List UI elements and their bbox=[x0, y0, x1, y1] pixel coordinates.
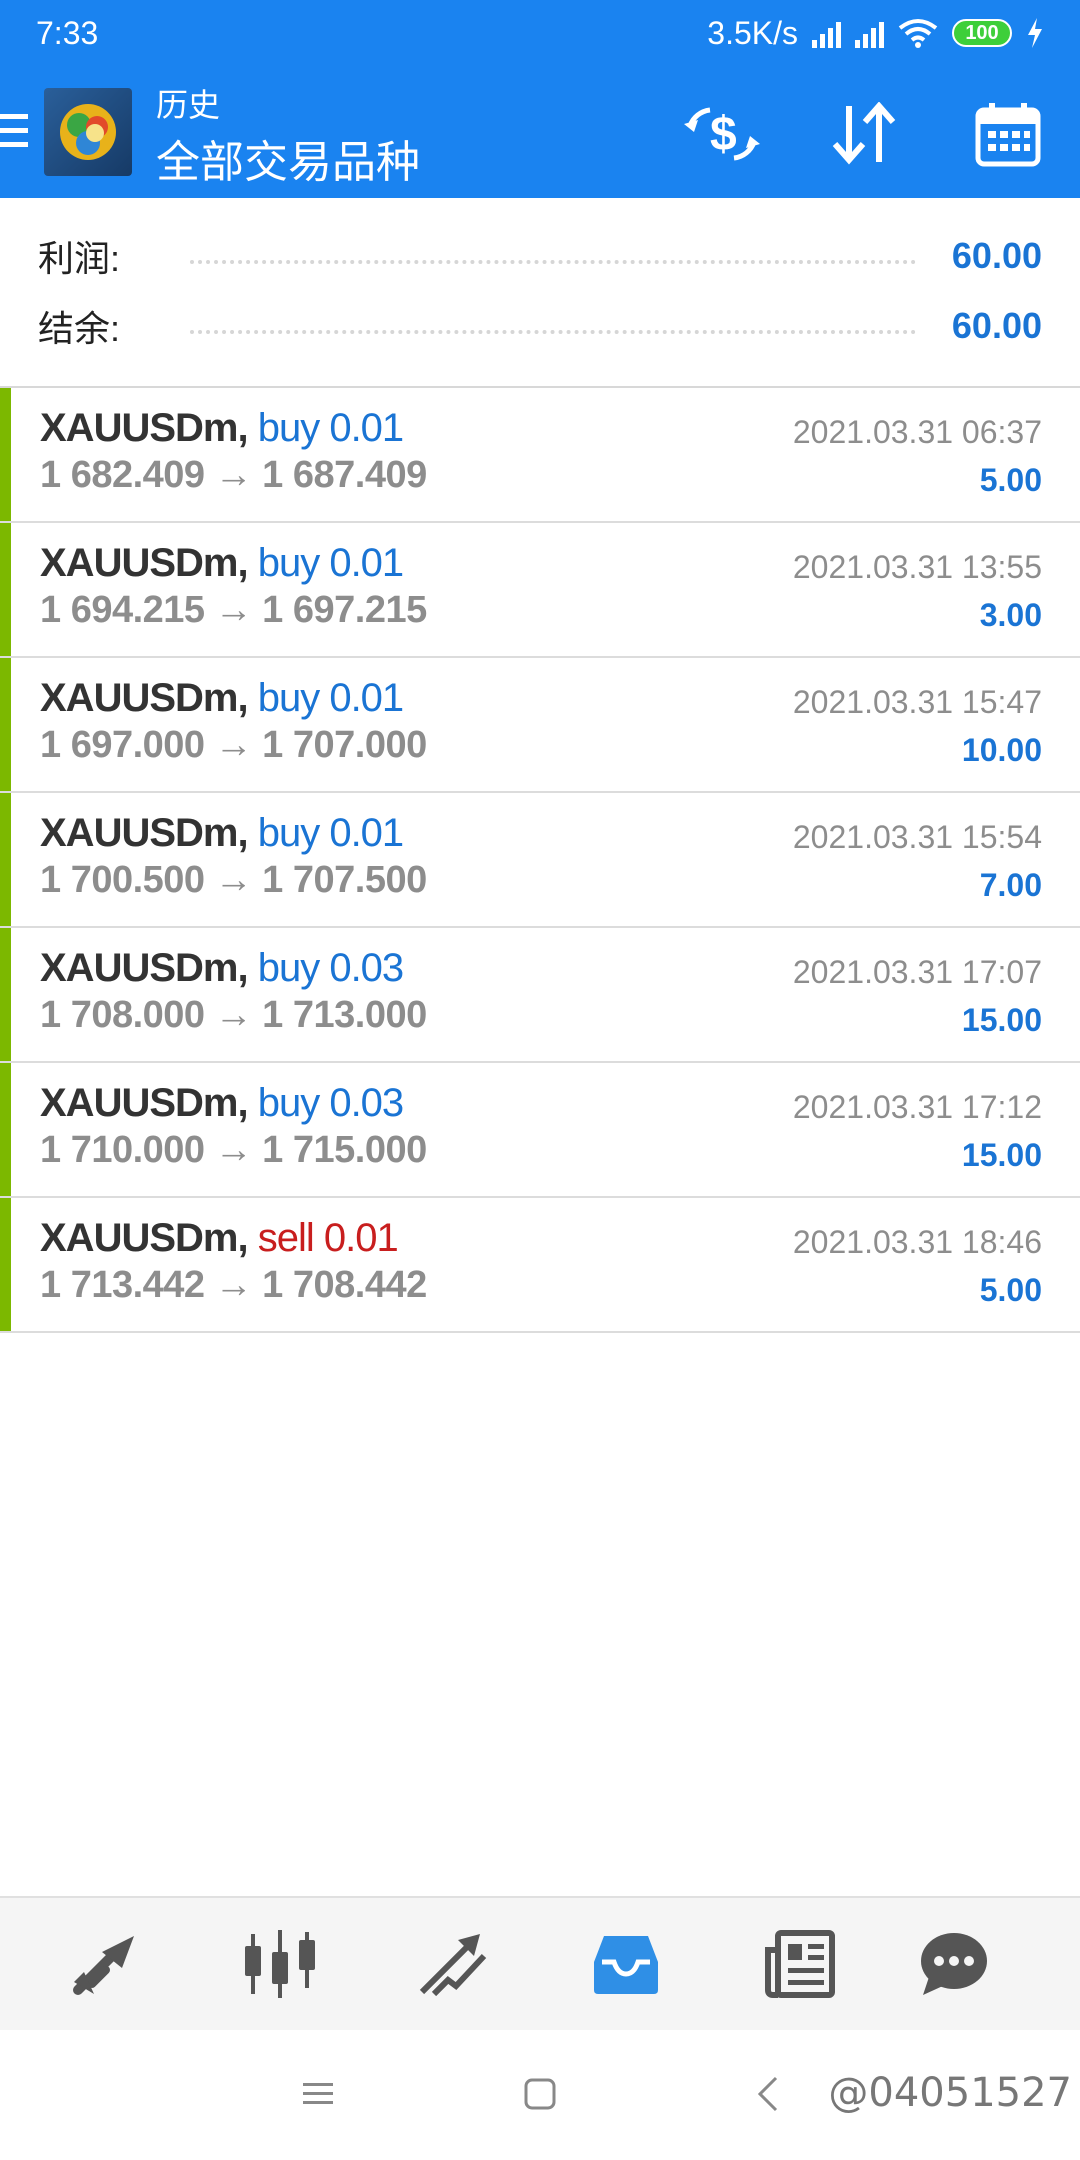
balance-label: 结余: bbox=[38, 308, 121, 349]
trade-profit: 3.00 bbox=[979, 597, 1042, 633]
menu-icon[interactable] bbox=[0, 114, 28, 150]
trade-side: buy 0.01 bbox=[257, 811, 404, 855]
trade-symbol: XAUUSDm, bbox=[40, 676, 249, 720]
trade-row[interactable]: XAUUSDm, buy 0.01 1 682.409 → 1 687.409 … bbox=[0, 388, 1080, 523]
profit-label: 利润: bbox=[38, 238, 121, 279]
history-icon[interactable] bbox=[586, 1924, 666, 2004]
trade-time: 2021.03.31 15:54 bbox=[792, 819, 1042, 855]
profit-indicator bbox=[0, 928, 11, 1061]
watermark: @04051527 bbox=[828, 2070, 1072, 2116]
trade-time: 2021.03.31 15:47 bbox=[792, 684, 1042, 720]
trade-side: buy 0.01 bbox=[257, 406, 404, 450]
trade-side: sell 0.01 bbox=[257, 1216, 399, 1260]
trade-prices: 1 694.215 → 1 697.215 bbox=[40, 589, 427, 631]
charging-icon bbox=[1028, 18, 1042, 48]
status-bar: 7:33 3.5K/s 100 bbox=[0, 0, 1080, 66]
balance-value: 60.00 bbox=[951, 305, 1042, 346]
page-subtitle: 历史 bbox=[156, 87, 221, 123]
calendar-icon[interactable] bbox=[970, 96, 1046, 172]
page-title: 全部交易品种 bbox=[156, 138, 420, 187]
back-icon[interactable] bbox=[748, 2074, 788, 2114]
trade-time: 2021.03.31 17:07 bbox=[792, 954, 1042, 990]
trade-symbol: XAUUSDm, bbox=[40, 811, 249, 855]
summary-panel: 利润: 60.00 结余: 60.00 bbox=[0, 198, 1080, 388]
wifi-icon bbox=[898, 19, 938, 48]
trade-row[interactable]: XAUUSDm, sell 0.01 1 713.442 → 1 708.442… bbox=[0, 1198, 1080, 1333]
trade-side: buy 0.01 bbox=[257, 541, 404, 585]
trade-symbol: XAUUSDm, bbox=[40, 1081, 249, 1125]
currency-exchange-icon[interactable]: $ bbox=[684, 96, 760, 172]
battery-icon: 100 bbox=[952, 19, 1012, 47]
profit-value: 60.00 bbox=[951, 235, 1042, 276]
trade-profit: 10.00 bbox=[961, 732, 1042, 768]
profit-indicator bbox=[0, 1063, 11, 1196]
news-icon[interactable] bbox=[760, 1924, 840, 2004]
trade-row[interactable]: XAUUSDm, buy 0.03 1 710.000 → 1 715.000 … bbox=[0, 1063, 1080, 1198]
trade-row[interactable]: XAUUSDm, buy 0.01 1 700.500 → 1 707.500 … bbox=[0, 793, 1080, 928]
trade-prices: 1 710.000 → 1 715.000 bbox=[40, 1129, 427, 1171]
trade-side: buy 0.01 bbox=[257, 676, 404, 720]
trade-profit: 15.00 bbox=[961, 1137, 1042, 1173]
trade-time: 2021.03.31 13:55 bbox=[792, 549, 1042, 585]
trade-symbol: XAUUSDm, bbox=[40, 1216, 249, 1260]
status-indicators: 3.5K/s 100 bbox=[707, 15, 1044, 52]
app-logo bbox=[44, 88, 132, 176]
profit-indicator bbox=[0, 388, 11, 521]
recent-apps-icon[interactable] bbox=[298, 2074, 338, 2114]
trade-time: 2021.03.31 18:46 bbox=[792, 1224, 1042, 1260]
svg-text:$: $ bbox=[710, 108, 737, 161]
trade-icon[interactable] bbox=[414, 1924, 494, 2004]
trade-prices: 1 713.442 → 1 708.442 bbox=[40, 1264, 427, 1306]
status-time: 7:33 bbox=[36, 14, 99, 51]
trade-symbol: XAUUSDm, bbox=[40, 406, 249, 450]
trade-prices: 1 708.000 → 1 713.000 bbox=[40, 994, 427, 1036]
trade-row[interactable]: XAUUSDm, buy 0.03 1 708.000 → 1 713.000 … bbox=[0, 928, 1080, 1063]
trade-symbol: XAUUSDm, bbox=[40, 541, 249, 585]
trade-history-list: XAUUSDm, buy 0.01 1 682.409 → 1 687.409 … bbox=[0, 388, 1080, 1333]
chart-icon[interactable] bbox=[240, 1924, 320, 2004]
system-navigation-bar: @04051527 bbox=[0, 2030, 1080, 2160]
signal-icon bbox=[812, 18, 841, 48]
home-icon[interactable] bbox=[520, 2074, 560, 2114]
app-bar: 历史 全部交易品种 $ bbox=[0, 66, 1080, 198]
trade-row[interactable]: XAUUSDm, buy 0.01 1 697.000 → 1 707.000 … bbox=[0, 658, 1080, 793]
network-speed: 3.5K/s bbox=[707, 14, 798, 51]
trade-side: buy 0.03 bbox=[257, 1081, 404, 1125]
chat-icon[interactable] bbox=[914, 1924, 994, 2004]
trade-side: buy 0.03 bbox=[257, 946, 404, 990]
balance-row: 结余: 60.00 bbox=[38, 296, 1042, 356]
trade-time: 2021.03.31 17:12 bbox=[792, 1089, 1042, 1125]
trade-symbol: XAUUSDm, bbox=[40, 946, 249, 990]
trade-prices: 1 700.500 → 1 707.500 bbox=[40, 859, 427, 901]
trade-profit: 5.00 bbox=[979, 462, 1042, 498]
profit-indicator bbox=[0, 793, 11, 926]
dotted-leader bbox=[190, 330, 916, 334]
trade-profit: 15.00 bbox=[961, 1002, 1042, 1038]
sort-icon[interactable] bbox=[826, 96, 902, 172]
bottom-navigation bbox=[0, 1896, 1080, 2030]
trade-prices: 1 682.409 → 1 687.409 bbox=[40, 454, 427, 496]
profit-indicator bbox=[0, 658, 11, 791]
trade-profit: 5.00 bbox=[979, 1272, 1042, 1308]
dotted-leader bbox=[190, 260, 916, 264]
signal-icon bbox=[855, 18, 884, 48]
profit-row: 利润: 60.00 bbox=[38, 226, 1042, 286]
quotes-icon[interactable] bbox=[68, 1924, 148, 2004]
trade-prices: 1 697.000 → 1 707.000 bbox=[40, 724, 427, 766]
trade-profit: 7.00 bbox=[979, 867, 1042, 903]
profit-indicator bbox=[0, 1198, 11, 1331]
profit-indicator bbox=[0, 523, 11, 656]
trade-row[interactable]: XAUUSDm, buy 0.01 1 694.215 → 1 697.215 … bbox=[0, 523, 1080, 658]
trade-time: 2021.03.31 06:37 bbox=[792, 414, 1042, 450]
